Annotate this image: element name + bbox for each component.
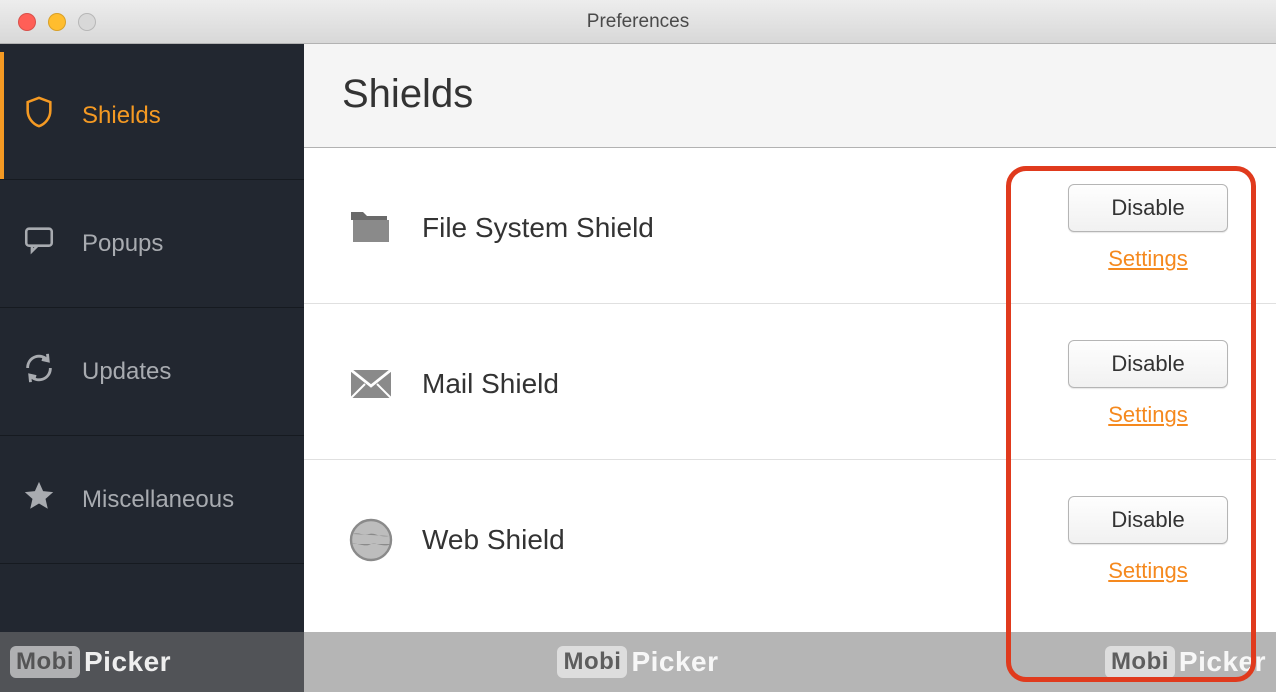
sidebar-item-label: Miscellaneous xyxy=(82,486,234,514)
shield-label: File System Shield xyxy=(422,212,1058,244)
disable-button[interactable]: Disable xyxy=(1068,496,1228,544)
maximize-window-button[interactable] xyxy=(78,13,96,31)
sidebar-item-label: Popups xyxy=(82,230,163,258)
settings-link[interactable]: Settings xyxy=(1108,558,1188,584)
settings-link[interactable]: Settings xyxy=(1108,402,1188,428)
sidebar-item-shields[interactable]: Shields xyxy=(0,52,304,180)
shield-label: Mail Shield xyxy=(422,368,1058,400)
shield-actions: Disable Settings xyxy=(1058,496,1238,584)
folder-icon xyxy=(342,204,400,252)
sidebar-item-miscellaneous[interactable]: Miscellaneous xyxy=(0,436,304,564)
window-titlebar: Preferences xyxy=(0,0,1276,44)
sidebar-item-label: Shields xyxy=(82,102,161,130)
sidebar-item-popups[interactable]: Popups xyxy=(0,180,304,308)
shield-row-web: Web Shield Disable Settings xyxy=(304,460,1276,616)
content-pane: Shields File System Shield Disable Setti… xyxy=(304,44,1276,692)
shield-icon xyxy=(22,95,56,136)
globe-icon xyxy=(342,516,400,564)
shield-row-file-system: File System Shield Disable Settings xyxy=(304,148,1276,304)
speech-bubble-icon xyxy=(22,223,56,264)
shield-actions: Disable Settings xyxy=(1058,184,1238,272)
window-title: Preferences xyxy=(0,11,1276,33)
close-window-button[interactable] xyxy=(18,13,36,31)
mail-icon xyxy=(342,360,400,408)
settings-link[interactable]: Settings xyxy=(1108,246,1188,272)
minimize-window-button[interactable] xyxy=(48,13,66,31)
shield-row-mail: Mail Shield Disable Settings xyxy=(304,304,1276,460)
refresh-icon xyxy=(22,351,56,392)
sidebar: Shields Popups Updates xyxy=(0,44,304,692)
disable-button[interactable]: Disable xyxy=(1068,184,1228,232)
shield-list: File System Shield Disable Settings Mail… xyxy=(304,148,1276,692)
disable-button[interactable]: Disable xyxy=(1068,340,1228,388)
shield-label: Web Shield xyxy=(422,524,1058,556)
content-header: Shields xyxy=(304,44,1276,148)
shield-actions: Disable Settings xyxy=(1058,340,1238,428)
star-icon xyxy=(22,479,56,520)
sidebar-item-updates[interactable]: Updates xyxy=(0,308,304,436)
page-title: Shields xyxy=(342,72,1238,117)
window-controls xyxy=(0,13,96,31)
sidebar-item-label: Updates xyxy=(82,358,171,386)
